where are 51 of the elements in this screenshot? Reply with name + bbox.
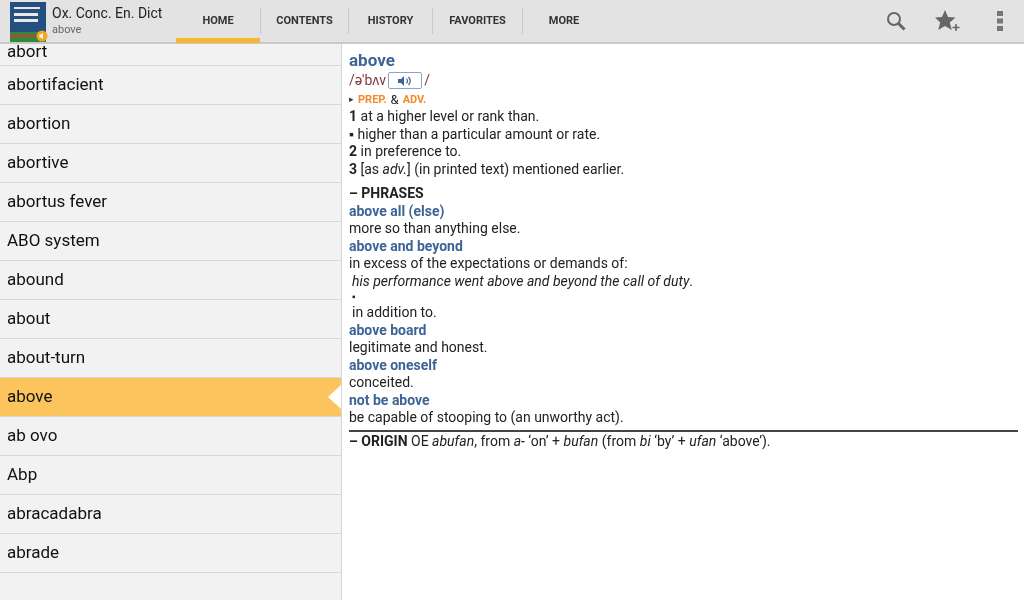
word-list-item[interactable]: about (0, 300, 341, 339)
sense-text: 2 in preference to. (349, 143, 463, 161)
part-of-speech: ADV. (402, 91, 427, 108)
sense-text: 3 [as adv.] (in printed text) mentioned earlier. (349, 160, 626, 178)
definition-text: in addition to. (351, 304, 438, 322)
pronunciation: /ə'bʌv (349, 72, 387, 90)
origin-text: – ORIGIN OE abufan, from a- ‘on’ + bufan (from bi ‘by’ + ufan ‘above’). (349, 429, 1018, 450)
definition-text: more so than anything else. (349, 220, 522, 238)
word-list-item[interactable]: ABO system (0, 222, 341, 261)
phrase-heading: above and beyond (349, 237, 464, 255)
definition-text: legitimate and honest. (349, 339, 489, 357)
word-list-item[interactable]: abrade (0, 534, 341, 573)
overflow-menu-icon[interactable] (997, 11, 1003, 31)
dictionary-logo-icon[interactable] (10, 2, 48, 42)
definition-text: conceited. (349, 374, 415, 392)
definition-text: be capable of stooping to (an unworthy act). (349, 409, 625, 427)
word-list-item[interactable]: abound (0, 261, 341, 300)
app-subtitle: above (52, 22, 83, 37)
headword: above (349, 50, 396, 70)
phrase-heading: above all (else) (349, 202, 446, 220)
phrase-heading: above oneself (349, 356, 438, 374)
word-list-item[interactable]: ab ovo (0, 417, 341, 456)
definition-text: in excess of the expectations or demands of: (349, 255, 629, 273)
word-list-item[interactable]: above (0, 378, 341, 417)
tab[interactable]: HISTORY (349, 0, 432, 43)
audio-button[interactable] (388, 72, 423, 90)
word-list-item[interactable]: abortus fever (0, 183, 341, 222)
phrases-heading: – PHRASES (349, 185, 425, 203)
part-of-speech: PREP. (358, 91, 387, 108)
sense-text: 1 at a higher level or rank than. (349, 108, 541, 126)
phrase-heading: not be above (349, 391, 431, 409)
word-list-item[interactable]: abort (0, 44, 341, 66)
search-icon[interactable] (886, 11, 906, 31)
bullet-mark: ▪ (351, 290, 357, 304)
tab[interactable]: FAVORITES (433, 0, 522, 43)
phrase-heading: above board (349, 321, 428, 339)
speaker-icon (398, 75, 413, 86)
sense-text: ▪ higher than a particular amount or rate. (349, 125, 602, 143)
pronunciation-slash: / (424, 72, 430, 90)
example-text: his performance went above and beyond the call of duty. (351, 272, 695, 290)
word-list-item[interactable]: Abp (0, 456, 341, 495)
app-title: Ox. Conc. En. Dict (52, 5, 164, 23)
word-list-item[interactable]: abortion (0, 105, 341, 144)
pos-marker: ▸ (349, 92, 354, 106)
tab[interactable]: MORE (523, 0, 605, 43)
word-list-item[interactable]: abortifacient (0, 66, 341, 105)
tab[interactable]: CONTENTS (261, 0, 348, 43)
word-list-item[interactable]: abortive (0, 144, 341, 183)
star-plus-icon[interactable] (935, 10, 961, 32)
word-list-item[interactable]: abracadabra (0, 495, 341, 534)
ampersand: & (390, 90, 399, 108)
